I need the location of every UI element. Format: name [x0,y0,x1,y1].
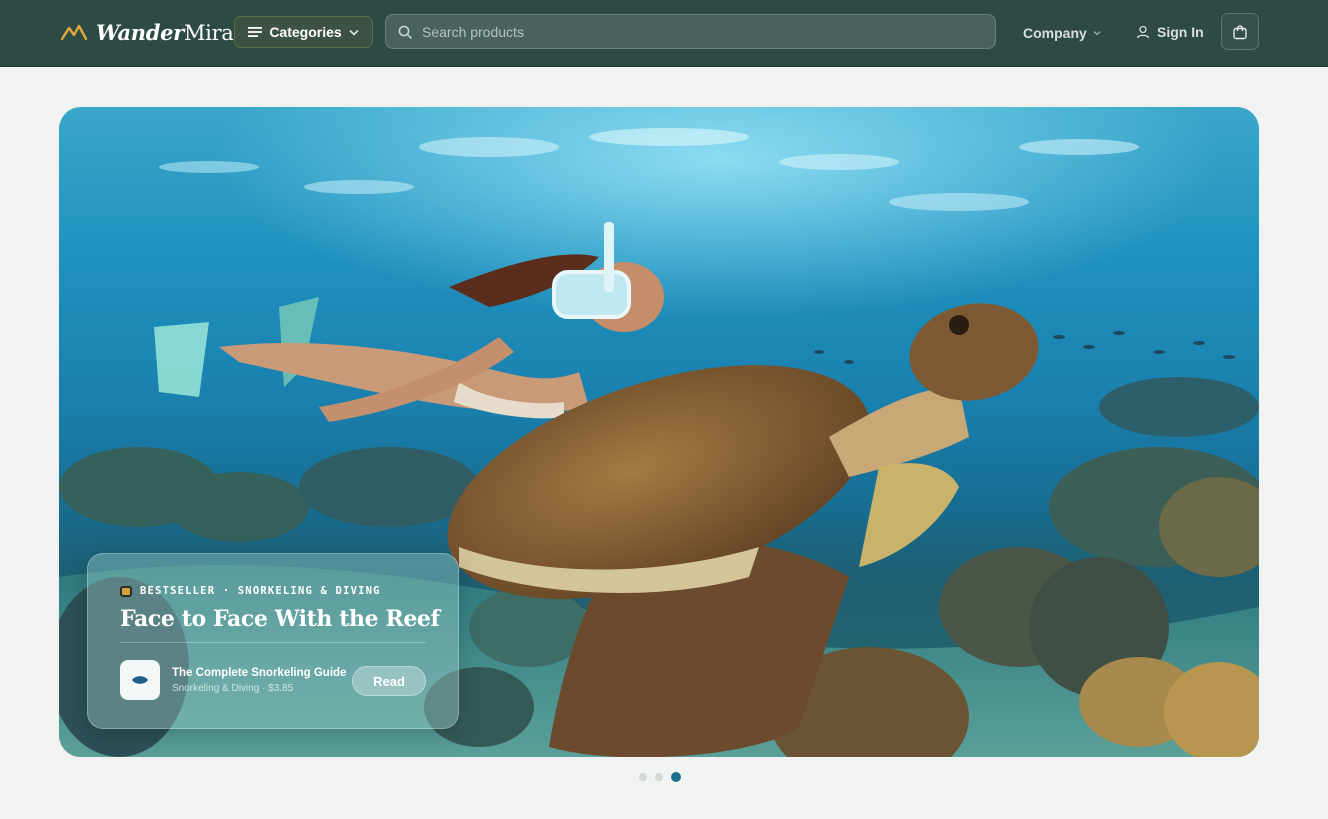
book-thumbnail[interactable] [120,660,160,700]
sign-in-label: Sign In [1157,24,1204,40]
carousel-dot-3[interactable] [671,772,681,782]
chevron-down-icon [349,29,359,36]
mountain-logo-icon [60,24,88,41]
search-bar [385,14,996,49]
brand-logo[interactable]: WanderMira [60,18,234,46]
book-title[interactable]: The Complete Snorkeling Guide [172,667,346,679]
top-navigation-bar: WanderMira Categories Company Sign In [0,0,1328,67]
categories-label: Categories [269,24,342,40]
hero-title: Face to Face With the Reef [120,606,440,632]
book-meta: Snorkeling & Diving · $3.85 [172,683,294,694]
company-menu[interactable]: Company [1023,24,1101,42]
categories-button[interactable]: Categories [234,16,373,48]
read-button[interactable]: Read [352,666,426,696]
search-icon [398,25,412,39]
featured-product-card[interactable]: BESTSELLER · SNORKELING & DIVING Face to… [87,553,459,729]
chevron-down-icon [1093,31,1101,36]
snorkeler [154,222,664,422]
company-label: Company [1023,25,1087,41]
carousel-pagination [639,772,681,782]
eye-icon [132,676,148,684]
carousel-dot-2[interactable] [655,773,663,781]
brand-name: WanderMira [96,19,234,45]
surface-ripples [159,128,1139,211]
menu-icon [248,27,263,37]
category-tag: BESTSELLER · SNORKELING & DIVING [120,584,381,598]
search-input[interactable] [422,15,995,48]
diving-mask-icon [120,585,132,597]
carousel-dot-1[interactable] [639,773,647,781]
cart-button[interactable] [1221,13,1259,50]
hero-banner[interactable]: BESTSELLER · SNORKELING & DIVING Face to… [59,107,1259,757]
sign-in-link[interactable]: Sign In [1136,23,1204,41]
user-icon [1136,25,1150,39]
card-divider [120,642,426,643]
shopping-bag-icon [1233,24,1247,39]
category-tag-label: BESTSELLER · SNORKELING & DIVING [140,585,381,597]
